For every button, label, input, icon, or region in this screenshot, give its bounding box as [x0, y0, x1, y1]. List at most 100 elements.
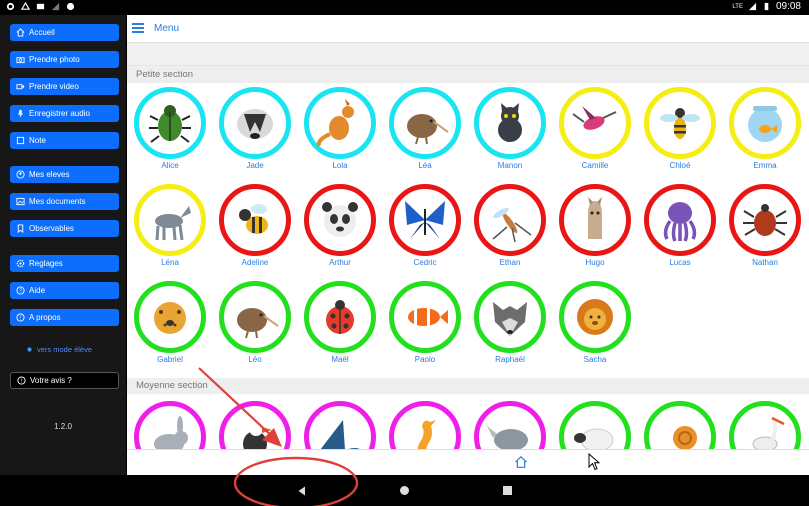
student-card[interactable]: Gabriel — [127, 281, 212, 376]
students-icon — [16, 170, 25, 179]
recent-apps-icon[interactable] — [503, 486, 512, 495]
student-card[interactable]: Raphaël — [467, 281, 552, 376]
avatar — [644, 87, 716, 159]
student-card[interactable]: Nathan — [722, 184, 807, 279]
kangaroo-icon — [316, 99, 354, 147]
sidebar-item-aide[interactable]: ? Aide — [10, 282, 119, 299]
avatar — [219, 281, 291, 353]
sidebar-item-prendre-video[interactable]: Prendre video — [10, 78, 119, 95]
student-card[interactable]: Ethan — [467, 184, 552, 279]
leopard-icon — [154, 302, 186, 334]
sidebar-item-label: Aide — [29, 286, 46, 295]
student-card[interactable]: Sacha — [552, 281, 637, 376]
student-card[interactable]: Manon — [467, 87, 552, 182]
sidebar-item-label: Enregistrer audio — [29, 109, 90, 118]
student-name: Hugo — [585, 258, 605, 267]
svg-text:!: ! — [21, 379, 23, 385]
sidebar-item-mes-documents[interactable]: Mes documents — [10, 193, 119, 210]
student-name: Raphaël — [495, 355, 525, 364]
sidebar: Accueil Prendre photo Prendre video Enre… — [0, 15, 126, 475]
sidebar-item-label: Accueil — [29, 28, 55, 37]
documents-icon — [16, 197, 25, 206]
status-bar: LTE 09:08 — [0, 0, 809, 15]
student-name: Cedric — [413, 258, 437, 267]
student-card[interactable]: Lola — [297, 87, 382, 182]
student-name: Alice — [161, 161, 179, 170]
sidebar-item-prendre-photo[interactable]: Prendre photo — [10, 51, 119, 68]
sidebar-item-label: Reglages — [29, 259, 63, 268]
avatar — [389, 184, 461, 256]
sidebar-item-label: Mes eleves — [29, 170, 70, 179]
student-card[interactable]: Adeline — [212, 184, 297, 279]
main-panel: Menu Petite section Alice Jade Lola Léa Mano… — [127, 15, 809, 475]
section-header: Petite section — [127, 67, 809, 83]
avatar — [304, 184, 376, 256]
student-mode-link[interactable]: vers mode élève — [26, 345, 92, 354]
home-icon[interactable] — [514, 455, 528, 469]
student-name: Maël — [331, 355, 349, 364]
student-name: Lola — [332, 161, 348, 170]
avatar — [389, 87, 461, 159]
fishbowl-icon — [748, 106, 782, 142]
avatar — [389, 281, 461, 353]
student-name: Léna — [161, 258, 179, 267]
student-card[interactable]: Hugo — [552, 184, 637, 279]
sidebar-item-label: Prendre video — [29, 82, 79, 91]
drive-icon — [21, 2, 30, 10]
gear-icon — [6, 2, 15, 11]
sidebar-item-enregistrer-audio[interactable]: Enregistrer audio — [10, 105, 119, 122]
sidebar-item-label: Mes documents — [29, 197, 86, 206]
avatar — [559, 184, 631, 256]
student-card[interactable]: Emma — [722, 87, 807, 182]
mosquito-icon — [492, 207, 532, 243]
avatar — [219, 184, 291, 256]
feedback-button[interactable]: ! Votre avis ? — [10, 372, 119, 389]
student-card[interactable]: Jade — [212, 87, 297, 182]
sidebar-item-label: A propos — [29, 313, 61, 322]
student-card[interactable]: Léa — [382, 87, 467, 182]
switch-icon — [27, 347, 32, 352]
avatar — [474, 281, 546, 353]
student-card[interactable]: Léo — [212, 281, 297, 376]
sidebar-item-note[interactable]: Note — [10, 132, 119, 149]
section-header: Moyenne section — [127, 378, 809, 394]
sidebar-item-observables[interactable]: Observables — [10, 220, 119, 237]
help-icon: ? — [16, 286, 25, 295]
sidebar-item-a-propos[interactable]: ! A propos — [10, 309, 119, 326]
sidebar-item-label: Note — [29, 136, 46, 145]
sidebar-item-mes-eleves[interactable]: Mes eleves — [10, 166, 119, 183]
student-card[interactable]: Arthur — [297, 184, 382, 279]
clownfish-icon — [408, 308, 448, 326]
student-card[interactable]: Lucas — [637, 184, 722, 279]
student-card[interactable]: Alice — [127, 87, 212, 182]
student-card[interactable]: Cedric — [382, 184, 467, 279]
student-card[interactable]: Chloé — [637, 87, 722, 182]
panda-icon — [322, 202, 358, 237]
student-card[interactable]: Léna — [127, 184, 212, 279]
student-card[interactable]: Camille — [552, 87, 637, 182]
hamburger-menu-icon[interactable] — [132, 23, 144, 33]
circle-icon — [66, 2, 75, 11]
sidebar-item-accueil[interactable]: Accueil — [10, 24, 119, 41]
nav-home-icon[interactable] — [400, 486, 409, 495]
avatar — [729, 184, 801, 256]
app-version: 1.2.0 — [54, 422, 72, 431]
sidebar-item-reglages[interactable]: Reglages — [10, 255, 119, 272]
avatar — [219, 87, 291, 159]
student-name: Nathan — [752, 258, 778, 267]
student-name: Léo — [248, 355, 262, 364]
home-icon — [16, 28, 25, 37]
wolf-icon — [493, 302, 527, 336]
badger-icon — [237, 109, 273, 139]
student-name: Paolo — [414, 355, 436, 364]
avatar — [474, 87, 546, 159]
kiwi-icon — [407, 114, 449, 145]
back-icon[interactable] — [296, 485, 308, 497]
no-signal-icon — [51, 2, 60, 11]
battery-icon — [764, 2, 769, 11]
bee-icon — [239, 204, 268, 234]
student-card[interactable]: Maël — [297, 281, 382, 376]
student-card[interactable]: Paolo — [382, 281, 467, 376]
feedback-label: Votre avis ? — [30, 376, 72, 385]
camera-icon — [16, 57, 25, 64]
